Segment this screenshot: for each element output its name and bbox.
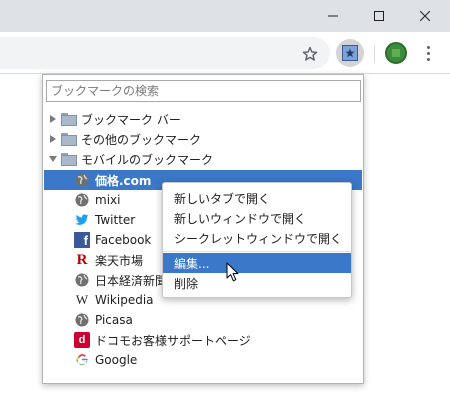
expand-arrow-icon[interactable] [48,115,58,123]
facebook-icon: f [74,232,90,248]
bookmark-context-menu: 新しいタブで開く 新しいウィンドウで開く シークレットウィンドウで開く 編集..… [162,182,352,298]
bookmark-label: mixi [95,193,121,207]
close-icon [420,11,430,21]
bookmark-label: ドコモお客様サポートページ [95,333,251,348]
maximize-button[interactable] [356,0,402,32]
folder-mobile-bookmarks[interactable]: モバイルのブックマーク [44,149,362,169]
vertical-dots-icon [426,45,430,49]
address-bar[interactable] [0,37,330,69]
bookmark-label: Google [95,353,138,367]
menu-item-open-incognito[interactable]: シークレットウィンドウで開く [163,228,351,248]
folder-label: ブックマーク バー [81,112,181,127]
profile-avatar[interactable] [385,42,407,64]
folder-icon [61,132,77,146]
rakuten-icon: R [76,251,88,268]
bookmark-item-google[interactable]: Google [44,350,362,370]
minimize-icon [328,15,338,17]
bookmark-label: Wikipedia [95,293,154,307]
browser-toolbar [0,32,450,74]
mouse-cursor-icon [226,262,239,282]
folder-other-bookmarks[interactable]: その他のブックマーク [44,129,362,149]
collapse-arrow-icon[interactable] [48,156,58,162]
bookmark-star-button[interactable] [298,42,322,66]
bookmark-label: 楽天市場 [95,253,144,268]
menu-item-open-new-tab[interactable]: 新しいタブで開く [163,188,351,208]
google-icon [74,352,90,368]
maximize-icon [374,11,384,21]
globe-icon [74,272,90,288]
bookmark-search-input[interactable] [46,80,361,102]
bookmark-label: Picasa [95,313,133,327]
expand-arrow-icon[interactable] [48,135,58,143]
folder-icon [61,112,77,126]
globe-icon [74,312,90,328]
folder-label: モバイルのブックマーク [81,152,214,167]
folder-bookmark-bar[interactable]: ブックマーク バー [44,109,362,129]
wikipedia-icon: W [75,292,89,307]
docomo-icon: d [74,332,90,348]
twitter-icon [74,212,90,228]
menu-item-open-new-window[interactable]: 新しいウィンドウで開く [163,208,351,228]
chrome-menu-button[interactable] [418,43,438,63]
menu-item-delete[interactable]: 削除 [163,273,351,293]
bookmark-manager-extension-icon [342,45,358,61]
folder-icon [61,152,77,166]
bookmark-label: Twitter [95,213,136,227]
globe-icon [74,172,90,188]
star-icon [302,46,318,61]
bookmark-label: 日本経済新聞 [95,273,168,288]
toolbar-separator [374,45,375,63]
title-bar [0,0,450,32]
menu-item-edit[interactable]: 編集... [163,253,351,273]
bookmark-extension-button[interactable] [336,39,364,67]
globe-icon [74,192,90,208]
close-button[interactable] [402,0,448,32]
bookmark-label: 価格.com [95,173,152,188]
minimize-button[interactable] [310,0,356,32]
folder-label: その他のブックマーク [81,132,202,147]
bookmark-label: Facebook [95,233,152,247]
menu-separator [163,251,351,252]
bookmark-item-docomo[interactable]: d ドコモお客様サポートページ [44,330,362,350]
bookmark-item-picasa[interactable]: Picasa [44,310,362,330]
